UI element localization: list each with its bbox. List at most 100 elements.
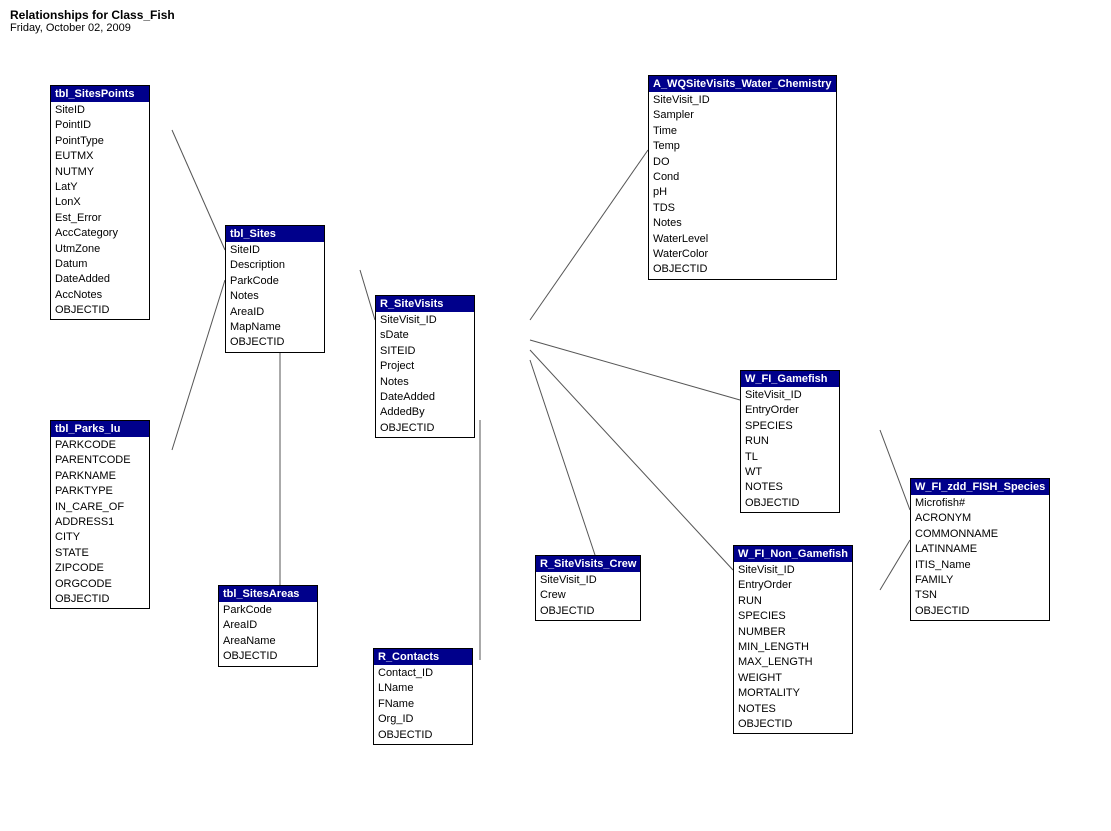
table-field: ParkCode — [230, 274, 320, 289]
table-w-fi-non-gamefish: W_FI_Non_GamefishSiteVisit_IDEntryOrderR… — [733, 545, 853, 734]
table-field: Crew — [540, 588, 636, 603]
table-field: IN_CARE_OF — [55, 500, 145, 515]
table-field: ORGCODE — [55, 577, 145, 592]
table-field: NUTMY — [55, 165, 145, 180]
table-field: WaterColor — [653, 247, 832, 262]
table-field: Microfish# — [915, 496, 1045, 511]
table-field: PARKTYPE — [55, 484, 145, 499]
table-header-r-sitevisits-crew: R_SiteVisits_Crew — [536, 556, 640, 572]
table-field: SPECIES — [738, 609, 848, 624]
table-field: LatY — [55, 180, 145, 195]
table-field: AreaID — [230, 305, 320, 320]
table-field: Project — [380, 359, 470, 374]
table-field: Cond — [653, 170, 832, 185]
table-field: Org_ID — [378, 712, 468, 727]
table-body-r-sitevisits: SiteVisit_IDsDateSITEIDProjectNotesDateA… — [376, 312, 474, 437]
table-field: EntryOrder — [745, 403, 835, 418]
table-field: Contact_ID — [378, 666, 468, 681]
table-body-tbl-sitespoints: SiteIDPointIDPointTypeEUTMXNUTMYLatYLonX… — [51, 102, 149, 319]
table-field: PointID — [55, 118, 145, 133]
table-field: Sampler — [653, 108, 832, 123]
table-field: OBJECTID — [230, 335, 320, 350]
table-field: Description — [230, 258, 320, 273]
table-field: Temp — [653, 139, 832, 154]
table-body-tbl-sitesareas: ParkCodeAreaIDAreaNameOBJECTID — [219, 602, 317, 666]
table-field: Time — [653, 124, 832, 139]
table-field: OBJECTID — [653, 262, 832, 277]
table-field: AccNotes — [55, 288, 145, 303]
table-field: SiteID — [55, 103, 145, 118]
table-field: MAX_LENGTH — [738, 655, 848, 670]
page-title: Relationships for Class_Fish — [10, 8, 175, 22]
table-field: SiteVisit_ID — [653, 93, 832, 108]
table-field: WaterLevel — [653, 232, 832, 247]
table-field: COMMONNAME — [915, 527, 1045, 542]
table-header-w-fi-non-gamefish: W_FI_Non_Gamefish — [734, 546, 852, 562]
table-field: OBJECTID — [55, 303, 145, 318]
table-field: OBJECTID — [223, 649, 313, 664]
table-field: SiteVisit_ID — [745, 388, 835, 403]
table-field: RUN — [745, 434, 835, 449]
table-header-w-fi-zdd-fish-species: W_FI_zdd_FISH_Species — [911, 479, 1049, 495]
table-field: TL — [745, 450, 835, 465]
table-field: MIN_LENGTH — [738, 640, 848, 655]
table-tbl-sitespoints: tbl_SitesPointsSiteIDPointIDPointTypeEUT… — [50, 85, 150, 320]
table-field: WEIGHT — [738, 671, 848, 686]
table-field: Notes — [380, 375, 470, 390]
table-w-fi-gamefish: W_FI_GamefishSiteVisit_IDEntryOrderSPECI… — [740, 370, 840, 513]
table-field: UtmZone — [55, 242, 145, 257]
table-header-a-wqsitevisits-water-chemistry: A_WQSiteVisits_Water_Chemistry — [649, 76, 836, 92]
table-tbl-parks-lu: tbl_Parks_luPARKCODEPARENTCODEPARKNAMEPA… — [50, 420, 150, 609]
table-field: AddedBy — [380, 405, 470, 420]
table-field: AreaID — [223, 618, 313, 633]
table-r-sitevisits-crew: R_SiteVisits_CrewSiteVisit_IDCrewOBJECTI… — [535, 555, 641, 621]
page-header: Relationships for Class_Fish Friday, Oct… — [10, 8, 175, 34]
table-field: ADDRESS1 — [55, 515, 145, 530]
table-tbl-sites: tbl_SitesSiteIDDescriptionParkCodeNotesA… — [225, 225, 325, 353]
table-field: MORTALITY — [738, 686, 848, 701]
page-date: Friday, October 02, 2009 — [10, 22, 175, 34]
table-field: PARKCODE — [55, 438, 145, 453]
table-field: NOTES — [745, 480, 835, 495]
table-body-w-fi-non-gamefish: SiteVisit_IDEntryOrderRUNSPECIESNUMBERMI… — [734, 562, 852, 733]
table-header-r-contacts: R_Contacts — [374, 649, 472, 665]
table-field: Notes — [653, 216, 832, 231]
table-field: OBJECTID — [378, 728, 468, 743]
table-field: AreaName — [223, 634, 313, 649]
table-field: LATINNAME — [915, 542, 1045, 557]
table-header-tbl-sitesareas: tbl_SitesAreas — [219, 586, 317, 602]
table-field: sDate — [380, 328, 470, 343]
table-field: FName — [378, 697, 468, 712]
table-field: OBJECTID — [915, 604, 1045, 619]
table-field: DO — [653, 155, 832, 170]
table-body-w-fi-zdd-fish-species: Microfish#ACRONYMCOMMONNAMELATINNAMEITIS… — [911, 495, 1049, 620]
table-field: SPECIES — [745, 419, 835, 434]
table-body-w-fi-gamefish: SiteVisit_IDEntryOrderSPECIESRUNTLWTNOTE… — [741, 387, 839, 512]
table-field: LName — [378, 681, 468, 696]
table-field: SiteVisit_ID — [380, 313, 470, 328]
table-field: WT — [745, 465, 835, 480]
table-field: PointType — [55, 134, 145, 149]
table-body-r-sitevisits-crew: SiteVisit_IDCrewOBJECTID — [536, 572, 640, 620]
table-body-tbl-sites: SiteIDDescriptionParkCodeNotesAreaIDMapN… — [226, 242, 324, 352]
table-field: MapName — [230, 320, 320, 335]
table-field: NUMBER — [738, 625, 848, 640]
table-field: TDS — [653, 201, 832, 216]
table-field: RUN — [738, 594, 848, 609]
table-a-wqsitevisits-water-chemistry: A_WQSiteVisits_Water_ChemistrySiteVisit_… — [648, 75, 837, 280]
table-field: SiteID — [230, 243, 320, 258]
table-field: STATE — [55, 546, 145, 561]
table-header-w-fi-gamefish: W_FI_Gamefish — [741, 371, 839, 387]
table-field: EntryOrder — [738, 578, 848, 593]
table-header-tbl-sites: tbl_Sites — [226, 226, 324, 242]
table-field: ITIS_Name — [915, 558, 1045, 573]
table-field: OBJECTID — [738, 717, 848, 732]
table-field: Datum — [55, 257, 145, 272]
table-field: DateAdded — [380, 390, 470, 405]
table-field: Notes — [230, 289, 320, 304]
table-field: OBJECTID — [380, 421, 470, 436]
table-tbl-sitesareas: tbl_SitesAreasParkCodeAreaIDAreaNameOBJE… — [218, 585, 318, 667]
table-field: AccCategory — [55, 226, 145, 241]
table-body-tbl-parks-lu: PARKCODEPARENTCODEPARKNAMEPARKTYPEIN_CAR… — [51, 437, 149, 608]
table-field: NOTES — [738, 702, 848, 717]
